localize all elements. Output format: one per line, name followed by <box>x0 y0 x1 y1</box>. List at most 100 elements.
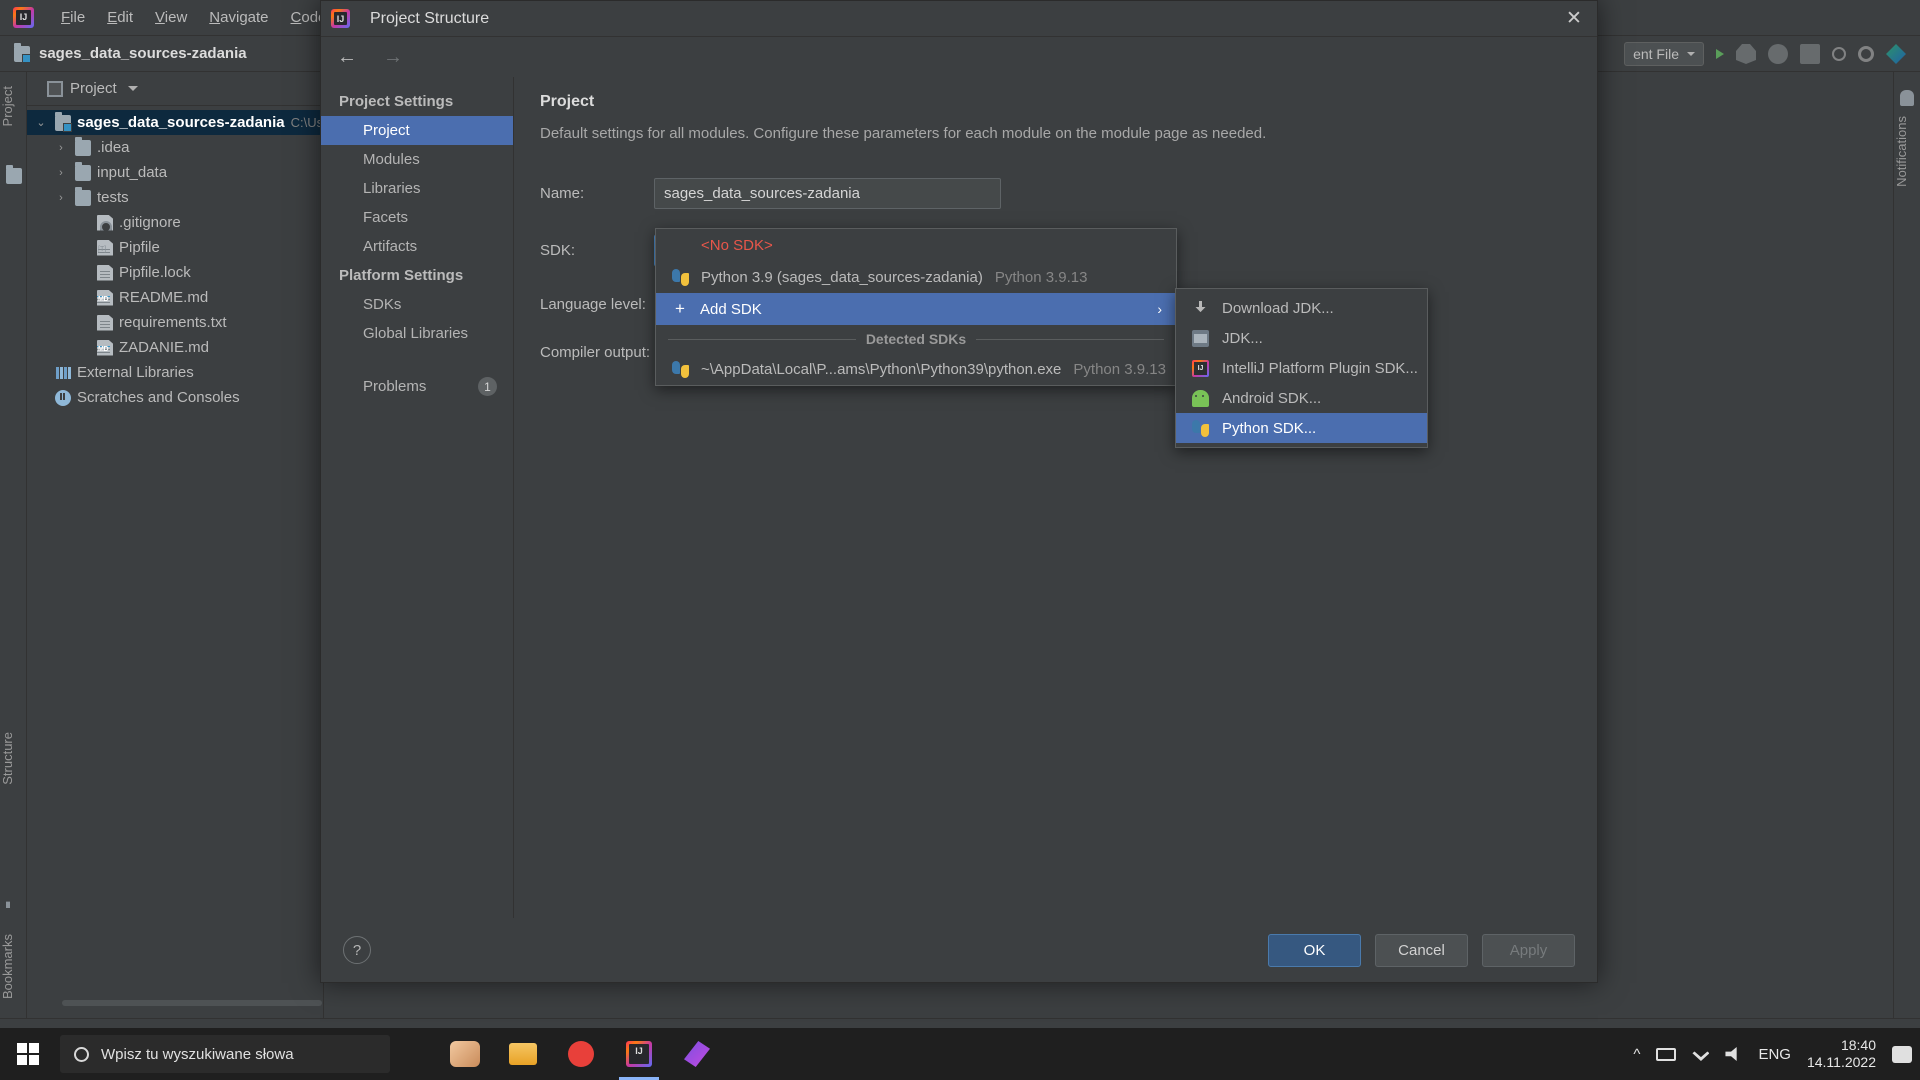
submenu-item-label: JDK... <box>1222 329 1263 347</box>
tree-row-label: input_data <box>97 164 168 181</box>
ide-update-icon[interactable] <box>1886 44 1906 64</box>
menu-edit[interactable]: Edit <box>96 6 144 29</box>
strip-bookmarks-label[interactable]: Bookmarks <box>0 934 27 999</box>
tree-row[interactable]: Pipfile <box>27 235 323 260</box>
pipfile-icon <box>97 239 113 256</box>
start-button[interactable] <box>0 1028 56 1080</box>
page-description: Default settings for all modules. Config… <box>540 125 1267 142</box>
sdk-option-add-sdk[interactable]: + Add SDK › <box>656 293 1176 325</box>
dialog-action-buttons: OK Cancel Apply <box>1268 933 1575 967</box>
tree-row[interactable]: Scratches and Consoles <box>27 385 323 410</box>
taskbar-clock[interactable]: 18:40 14.11.2022 <box>1807 1037 1876 1071</box>
tree-row[interactable]: requirements.txt <box>27 310 323 335</box>
notification-center-icon[interactable] <box>1892 1045 1912 1063</box>
sidebar-item-artifacts[interactable]: Artifacts <box>321 232 513 261</box>
project-tree: ⌄ sages_data_sources-zadania C:\Use › .idea ›… <box>27 106 330 410</box>
intellij-logo-icon <box>331 9 350 28</box>
strip-project-label[interactable]: Project <box>0 86 27 126</box>
language-indicator[interactable]: ENG <box>1758 1046 1791 1063</box>
chevron-down-icon <box>1687 52 1695 56</box>
tray-expand-icon[interactable]: ^ <box>1633 1046 1640 1063</box>
back-arrow-icon[interactable]: ← <box>337 46 357 69</box>
sidebar-item-sdks[interactable]: SDKs <box>321 290 513 319</box>
dialog-title: Project Structure <box>370 9 490 27</box>
taskbar-app-snippingtool[interactable] <box>670 1028 724 1080</box>
submenu-item-download-jdk[interactable]: Download JDK... <box>1176 293 1427 323</box>
battery-icon[interactable] <box>1656 1047 1677 1061</box>
strip-structure-label[interactable]: Structure <box>0 732 27 785</box>
forward-arrow-icon[interactable]: → <box>383 46 403 69</box>
wifi-icon[interactable] <box>1692 1051 1710 1061</box>
tree-row[interactable]: › tests <box>27 185 323 210</box>
run-configuration-selector[interactable]: ent File <box>1624 42 1704 66</box>
project-toolwindow-icon[interactable] <box>6 165 22 184</box>
submenu-item-android-sdk[interactable]: Android SDK... <box>1176 383 1427 413</box>
project-view-icon <box>47 80 63 97</box>
chevron-down-icon[interactable]: ⌄ <box>33 116 49 129</box>
strip-notifications-label[interactable]: Notifications <box>1894 116 1920 187</box>
tree-row[interactable]: .gitignore <box>27 210 323 235</box>
apply-button[interactable]: Apply <box>1482 933 1575 967</box>
detected-sdk-option[interactable]: ~\AppData\Local\P...ams\Python\Python39\… <box>656 353 1176 385</box>
structure-toolwindow-icon[interactable] <box>6 901 10 908</box>
submenu-item-intellij-platform-plugin-sdk[interactable]: IntelliJ Platform Plugin SDK... <box>1176 353 1427 383</box>
android-icon <box>1192 389 1209 407</box>
tree-row[interactable]: README.md <box>27 285 323 310</box>
menu-view[interactable]: View <box>144 6 198 29</box>
search-icon[interactable] <box>1832 47 1846 61</box>
sidebar-item-global-libraries[interactable]: Global Libraries <box>321 319 513 348</box>
sidebar-item-label: Libraries <box>363 180 421 197</box>
submenu-item-jdk[interactable]: JDK... <box>1176 323 1427 353</box>
gear-icon[interactable] <box>1858 46 1874 62</box>
chevron-right-icon[interactable]: › <box>53 167 69 179</box>
chevron-right-icon[interactable]: › <box>53 142 69 154</box>
tree-row-label: README.md <box>119 289 209 306</box>
coverage-icon[interactable] <box>1768 44 1788 64</box>
python-icon <box>1192 419 1209 437</box>
menu-navigate[interactable]: Navigate <box>198 6 279 29</box>
sdk-option-no-sdk[interactable]: <No SDK> <box>656 229 1176 261</box>
tree-row[interactable]: External Libraries <box>27 360 323 385</box>
sidebar-item-libraries[interactable]: Libraries <box>321 174 513 203</box>
project-name-input[interactable]: sages_data_sources-zadania <box>654 178 1001 209</box>
taskbar-search-input[interactable]: Wpisz tu wyszukiwane słowa <box>60 1035 390 1073</box>
taskbar-app-buttons <box>438 1028 724 1080</box>
tree-row[interactable]: ⌄ sages_data_sources-zadania C:\Use <box>27 110 330 135</box>
python-icon <box>672 360 689 378</box>
stop-icon[interactable] <box>1800 44 1820 64</box>
tree-row-label: .gitignore <box>119 214 181 231</box>
tree-row[interactable]: Pipfile.lock <box>27 260 323 285</box>
detected-sdks-separator: Detected SDKs <box>656 325 1176 353</box>
sidebar-item-facets[interactable]: Facets <box>321 203 513 232</box>
sidebar-item-label: Problems <box>363 378 427 395</box>
chevron-right-icon[interactable]: › <box>53 192 69 204</box>
taskbar-app-intellij[interactable] <box>612 1028 666 1080</box>
divider <box>668 338 856 340</box>
volume-icon[interactable] <box>1725 1047 1737 1061</box>
help-button[interactable]: ? <box>343 936 371 964</box>
debug-icon[interactable] <box>1736 44 1756 64</box>
cancel-button[interactable]: Cancel <box>1375 933 1468 967</box>
taskbar-app-opera[interactable] <box>554 1028 608 1080</box>
taskbar-app-cortana[interactable] <box>438 1028 492 1080</box>
sdk-option-python-3-9-sages-data-sources-zadania[interactable]: Python 3.9 (sages_data_sources-zadania) P… <box>656 261 1176 293</box>
ok-button[interactable]: OK <box>1268 933 1361 967</box>
file-explorer-icon <box>509 1043 537 1065</box>
close-icon[interactable]: ✕ <box>1551 1 1597 37</box>
sidebar-item-project[interactable]: Project <box>321 116 513 145</box>
folder-icon <box>75 161 91 181</box>
tree-row[interactable]: › input_data <box>27 160 323 185</box>
sidebar-item-modules[interactable]: Modules <box>321 145 513 174</box>
run-icon[interactable] <box>1716 49 1724 59</box>
notifications-bell-icon[interactable] <box>1900 90 1914 106</box>
tree-row[interactable]: ZADANIE.md <box>27 335 323 360</box>
chevron-down-icon[interactable] <box>127 86 138 91</box>
tree-row[interactable]: › .idea <box>27 135 323 160</box>
taskbar-app-explorer[interactable] <box>496 1028 550 1080</box>
detected-sdk-path: ~\AppData\Local\P...ams\Python\Python39\… <box>701 360 1062 378</box>
sidebar-item-problems[interactable]: Problems 1 <box>321 372 513 401</box>
download-icon <box>1192 300 1209 317</box>
menu-file[interactable]: File <box>50 6 96 29</box>
tree-horizontal-scrollbar[interactable] <box>62 1000 322 1006</box>
submenu-item-python-sdk[interactable]: Python SDK... <box>1176 413 1427 443</box>
